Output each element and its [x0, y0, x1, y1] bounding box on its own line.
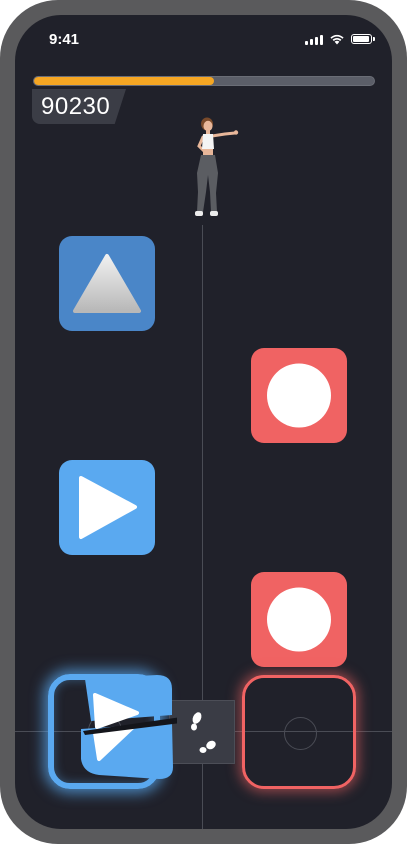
circle-icon [267, 363, 331, 428]
wifi-icon [330, 34, 344, 45]
circle-icon [267, 587, 331, 652]
play-icon [79, 476, 137, 539]
score-value: 90230 [41, 93, 111, 120]
dancer-character [195, 117, 239, 216]
note-triangle[interactable] [59, 236, 155, 331]
status-icons [305, 33, 375, 45]
note-circle[interactable] [251, 572, 347, 667]
status-time: 9:41 [49, 31, 80, 48]
note-play[interactable] [59, 460, 155, 555]
cellular-signal-icon [305, 34, 323, 45]
footstep-card [169, 700, 235, 764]
hit-target-right[interactable] [242, 675, 356, 789]
phone-frame: 9:41 90230 [0, 0, 407, 844]
triangle-icon [73, 254, 141, 313]
note-play-hit [81, 675, 177, 779]
battery-icon [351, 34, 375, 44]
song-progress-bar [33, 76, 375, 86]
footprints-icon [191, 712, 216, 753]
game-screen[interactable]: 9:41 90230 [15, 15, 392, 829]
target-ring [284, 717, 317, 750]
song-progress-fill [34, 77, 215, 85]
note-circle[interactable] [251, 348, 347, 443]
